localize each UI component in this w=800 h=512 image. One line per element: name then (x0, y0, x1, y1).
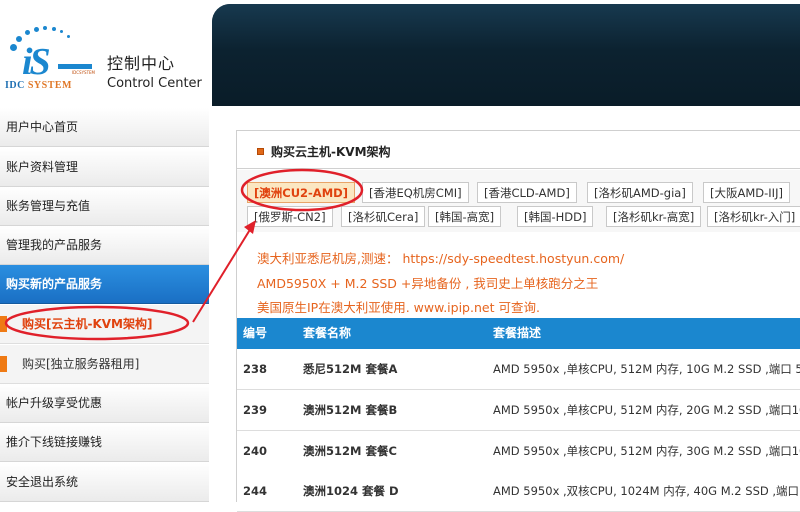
sidebar-item-label: 管理我的产品服务 (6, 238, 103, 252)
sidebar-item-label: 购买新的产品服务 (6, 277, 103, 291)
tab-kr-hdd[interactable]: [韩国-HDD] (517, 206, 594, 227)
control-center-en-title: Control Center (107, 76, 202, 91)
tab-la-amd-gia[interactable]: [洛杉矶AMD-gia] (587, 182, 693, 203)
header-plan-name: 套餐名称 (303, 326, 352, 340)
sidebar-item-label: 账户资料管理 (6, 160, 79, 174)
content-panel: 购买云主机-KVM架构 [澳洲CU2-AMD] [香港EQ机房CMI] [香港C… (236, 130, 800, 512)
header-id: 编号 (243, 326, 268, 340)
logo-dot (43, 26, 47, 30)
plan-name: 悉尼512M 套餐A (303, 362, 398, 376)
title-bullet-icon (257, 148, 264, 155)
sidebar-item-my-products[interactable]: 管理我的产品服务 (0, 226, 209, 265)
tab-la-cera[interactable]: [洛杉矶Cera] (341, 206, 426, 227)
sidebar-item-label: 用户中心首页 (6, 120, 79, 134)
brand-text-system: SYSTEM (27, 80, 72, 91)
sidebar-item-billing[interactable]: 账务管理与充值 (0, 187, 209, 226)
plan-id: 238 (243, 362, 268, 376)
table-row[interactable]: 238 悉尼512M 套餐A AMD 5950x ,单核CPU, 512M 内存… (237, 349, 800, 390)
logo-dot (10, 44, 17, 51)
plan-description-line: 澳大利亚悉尼机房,测速： https://sdy-speedtest.hosty… (257, 251, 625, 266)
header-plan-desc: 套餐描述 (493, 326, 542, 340)
sidebar-item-label: 账务管理与充值 (6, 199, 91, 213)
plan-name: 澳洲1024 套餐 D (303, 484, 399, 498)
logo-dot (60, 30, 63, 33)
logo-mark: iS (22, 41, 51, 83)
table-row[interactable]: 240 澳洲512M 套餐C AMD 5950x ,单核CPU, 512M 内存… (237, 431, 800, 472)
plan-id: 239 (243, 403, 268, 417)
sidebar-subitem-label: 购买[云主机-KVM架构] (22, 317, 153, 331)
sidebar-item-upgrade[interactable]: 帐户升级享受优惠 (0, 384, 209, 423)
table-row[interactable]: 239 澳洲512M 套餐B AMD 5950x ,单核CPU, 512M 内存… (237, 390, 800, 431)
control-center-cn-title: 控制中心 (107, 54, 176, 73)
table-header: 编号 套餐名称 套餐描述 (237, 318, 800, 349)
sidebar-item-label: 帐户升级享受优惠 (6, 396, 103, 410)
panel-title: 购买云主机-KVM架构 (237, 131, 800, 169)
plan-id: 244 (243, 484, 268, 498)
sidebar-subitem-label: 购买[独立服务器租用] (22, 357, 140, 371)
tab-au-cu2-amd[interactable]: [澳洲CU2-AMD] (247, 182, 355, 203)
logo-dot (34, 27, 39, 32)
banner-gradient (212, 4, 800, 106)
sidebar-item-logout[interactable]: 安全退出系统 (0, 463, 209, 502)
region-tabs: [澳洲CU2-AMD] [香港EQ机房CMI] [香港CLD-AMD] [洛杉矶… (237, 170, 800, 232)
tab-hk-cld-amd[interactable]: [香港CLD-AMD] (477, 182, 577, 203)
tab-la-kr-entry[interactable]: [洛杉矶kr-入门] (707, 206, 800, 227)
item-marker-icon (0, 356, 7, 372)
tab-ru-cn2[interactable]: [俄罗斯-CN2] (247, 206, 333, 227)
panel-title-text: 购买云主机-KVM架构 (271, 145, 391, 159)
sidebar-item-home[interactable]: 用户中心首页 (0, 108, 209, 147)
plan-id: 240 (243, 444, 268, 458)
sidebar-subitem-buy-kvm[interactable]: 购买[云主机-KVM架构] (0, 305, 209, 344)
sidebar-item-label: 推介下线链接赚钱 (6, 435, 103, 449)
plan-spec: AMD 5950x ,双核CPU, 1024M 内存, 40G M.2 SSD … (493, 484, 800, 498)
header-banner (212, 4, 800, 106)
sidebar-item-label: 安全退出系统 (6, 475, 79, 489)
sidebar-subitem-buy-dedicated[interactable]: 购买[独立服务器租用] (0, 345, 209, 384)
tab-la-kr-highbw[interactable]: [洛杉矶kr-高宽] (606, 206, 702, 227)
sidebar: 用户中心首页 账户资料管理 账务管理与充值 管理我的产品服务 购买新的产品服务 … (0, 108, 210, 502)
brand-text: IDC SYSTEM (5, 80, 72, 91)
plan-spec: AMD 5950x ,单核CPU, 512M 内存, 30G M.2 SSD ,… (493, 444, 800, 458)
tab-kr-highbw[interactable]: [韩国-高宽] (428, 206, 502, 227)
tab-hk-eq-cmi[interactable]: [香港EQ机房CMI] (362, 182, 469, 203)
logo-dot (67, 35, 70, 38)
sidebar-item-buy-products[interactable]: 购买新的产品服务 (0, 265, 209, 304)
plan-spec: AMD 5950x ,单核CPU, 512M 内存, 20G M.2 SSD ,… (493, 403, 800, 417)
plan-description-line: 美国原生IP在澳大利亚使用. www.ipip.net 可查询. (257, 300, 540, 315)
logo-dot (52, 27, 56, 31)
plan-description-line: AMD5950X + M.2 SSD +异地备份 , 我司史上单核跑分之王 (257, 276, 599, 291)
sidebar-item-account-profile[interactable]: 账户资料管理 (0, 148, 209, 187)
logo-small-text: IDCSYSTEM (72, 70, 95, 75)
header: iS IDCSYSTEM IDC SYSTEM 控制中心 Control Cen… (0, 0, 800, 108)
brand-text-idc: IDC (5, 80, 28, 91)
plan-spec: AMD 5950x ,单核CPU, 512M 内存, 10G M.2 SSD ,… (493, 362, 800, 376)
logo-bar (58, 64, 92, 69)
tab-osaka-amd-iij[interactable]: [大阪AMD-IIJ] (703, 182, 790, 203)
plan-name: 澳洲512M 套餐B (303, 403, 398, 417)
logo-dot (25, 30, 30, 35)
plan-name: 澳洲512M 套餐C (303, 444, 397, 458)
current-marker-icon (0, 316, 7, 332)
sidebar-item-referral[interactable]: 推介下线链接赚钱 (0, 423, 209, 462)
table-row[interactable]: 244 澳洲1024 套餐 D AMD 5950x ,双核CPU, 1024M … (237, 471, 800, 512)
